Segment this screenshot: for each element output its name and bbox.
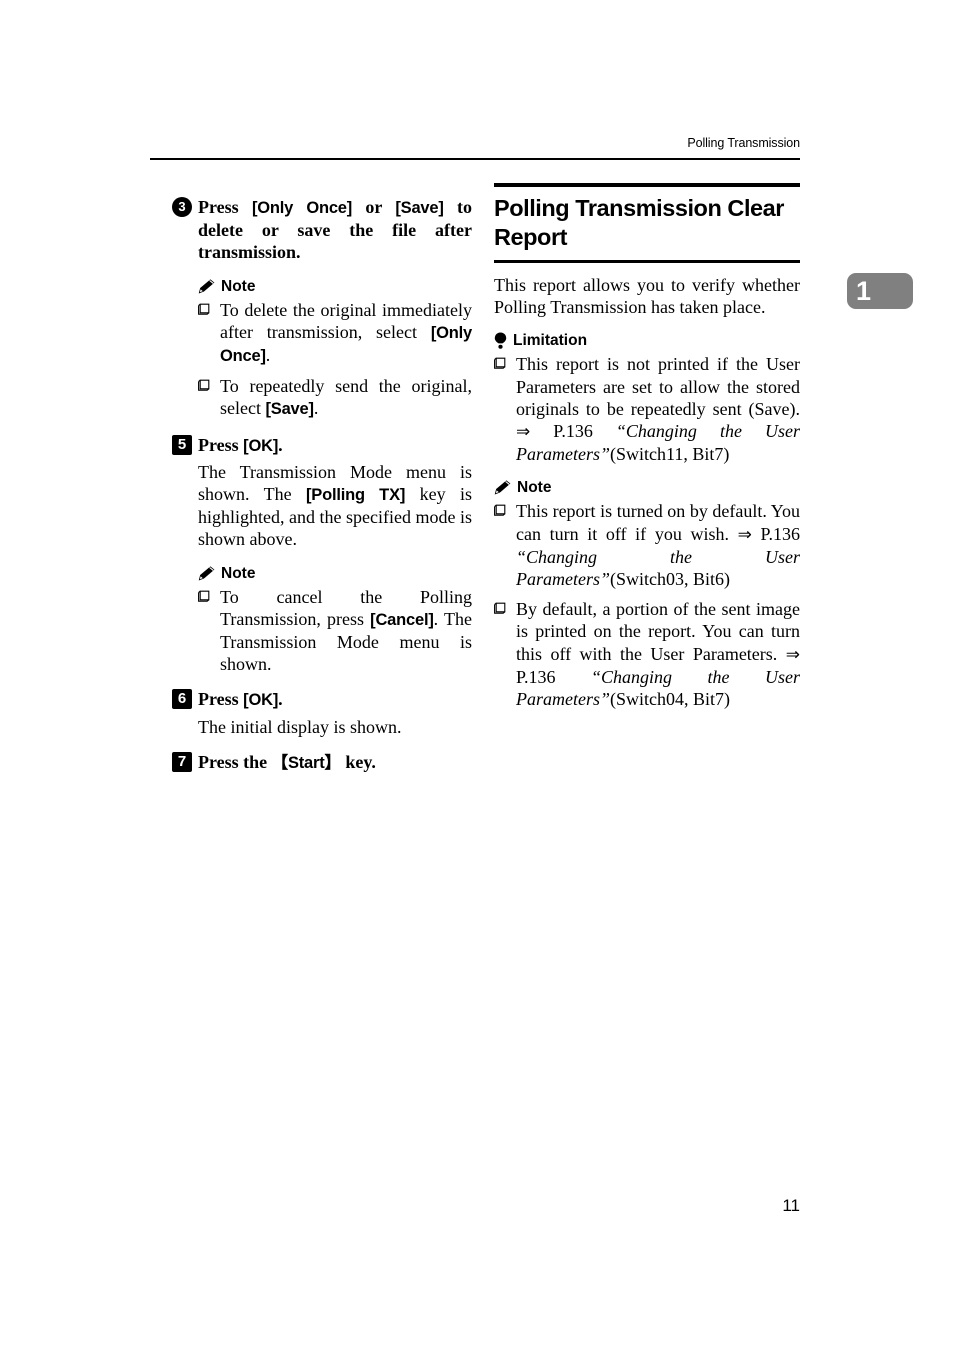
note-label-2: Note [221,564,256,582]
square-bullet-icon [198,589,211,602]
square-bullet-icon [494,356,507,370]
note-1-bullet-1: To delete the original immediately after… [198,299,472,368]
note-1-b1-part-2: . [265,345,271,366]
step-5-key-polling-tx: [Polling TX] [306,486,406,505]
pencil-icon [198,279,215,294]
note-block-2: Note To cancel the Polling Transmission,… [198,564,472,676]
arrow-icon: ⇒ [785,644,800,664]
note-block-1: Note To delete the original immediately … [198,277,472,421]
step-3-text-part-2: or [352,197,396,217]
step-7-text-part-2: key. [340,751,376,772]
note-label-right: Note [517,479,552,497]
note-right-bullet-1: This report is turned on by default. You… [494,500,800,590]
step-6-key-ok: [OK] [243,691,279,710]
step-5-text-part-0: Press [198,434,244,455]
note-label-1: Note [221,277,256,295]
note-heading-2: Note [198,564,472,583]
limitation-b1-text-1: This report is not printed if the User P… [516,354,800,419]
note-right-b2-text-1: By default, a portion of the sent image … [516,599,800,664]
note-2-bullet-1: To cancel the Polling Transmission, pres… [198,586,472,676]
step-5-text-part-2: . [278,434,283,455]
note-heading-1: Note [198,277,472,296]
section-rule-top [494,183,800,187]
square-bullet-icon [198,302,211,315]
note-heading-right: Note [494,478,800,497]
note-right-bullet-2: By default, a portion of the sent image … [494,598,800,710]
arrow-icon: ⇒ [516,422,531,442]
step-3: 3 Press [Only Once] or [Save] to delete … [172,196,472,264]
limitation-heading: Limitation [494,331,800,350]
limitation-block: Limitation This report is not printed if… [494,331,800,465]
right-column: Polling Transmission Clear Report This r… [494,183,800,716]
square-bullet-icon [198,378,211,391]
step-5-body: The Transmission Mode menu is shown. The… [198,461,472,551]
note-block-right: Note This report is turned on by default… [494,478,800,710]
left-column: 3 Press [Only Once] or [Save] to delete … [172,183,472,778]
pencil-icon [198,566,215,581]
step-marker-7: 7 [172,751,192,772]
step-6: 6 Press [OK]. [172,688,472,711]
square-bullet-icon [494,503,507,517]
step-7-text: Press the 【Start】 key. [198,751,472,774]
step-7: 7 Press the 【Start】 key. [172,751,472,774]
step-3-key-only-once: [Only Once] [251,199,353,217]
section-rule-bottom [494,260,800,263]
note-1-b2-part-2: . [313,398,319,419]
note-1-b2-part-0: To repeatedly send the original, select [220,376,472,419]
note-right-b1-text-2: P.136 [751,523,801,544]
step-3-key-save: [Save] [395,199,444,217]
step-6-text-part-0: Press [198,689,244,710]
note-right-b1-text-3: (Switch03, Bit6) [610,569,730,590]
limitation-bullet-1: This report is not printed if the User P… [494,353,800,465]
step-6-body: The initial display is shown. [198,716,402,737]
note-1-bullet-2: To repeatedly send the original, select … [198,375,472,420]
step-7-key-start: 【Start】 [271,753,341,772]
step-marker-3: 3 [172,197,192,217]
arrow-icon: ⇒ [737,524,752,544]
step-6-text-part-2: . [278,689,283,710]
step-5-key-ok: [OK] [243,436,279,455]
section-title: Polling Transmission Clear Report [494,195,784,250]
note-right-b2-text-2: P.136 [516,666,592,687]
step-3-text-part-0: Press [198,197,252,217]
running-header: Polling Transmission [687,136,800,150]
bulb-icon [494,332,507,350]
limitation-b1-text-2: P.136 [530,421,616,442]
header-rule [150,158,800,160]
chapter-tab: 1 [847,273,913,309]
page-number: 11 [782,1196,800,1215]
step-5: 5 Press [OK]. [172,434,472,457]
limitation-label: Limitation [513,332,588,350]
step-6-text: Press [OK]. [198,688,472,711]
note-2-b1-key-cancel: [Cancel] [370,610,434,629]
note-right-b2-text-3: (Switch04, Bit7) [610,689,730,710]
step-3-text: Press [Only Once] or [Save] to delete or… [198,196,472,264]
square-bullet-icon [494,601,507,614]
chapter-tab-number: 1 [856,276,872,306]
step-7-text-part-0: Press the [198,751,272,772]
section-lead-text: This report allows you to verify whether… [494,275,800,318]
limitation-b1-text-3: (Switch11, Bit7) [610,444,730,465]
step-marker-5: 5 [172,434,192,455]
step-marker-6: 6 [172,689,192,710]
pencil-icon [494,480,511,495]
note-1-b2-key-save: [Save] [265,400,314,419]
step-5-text: Press [OK]. [198,434,472,457]
